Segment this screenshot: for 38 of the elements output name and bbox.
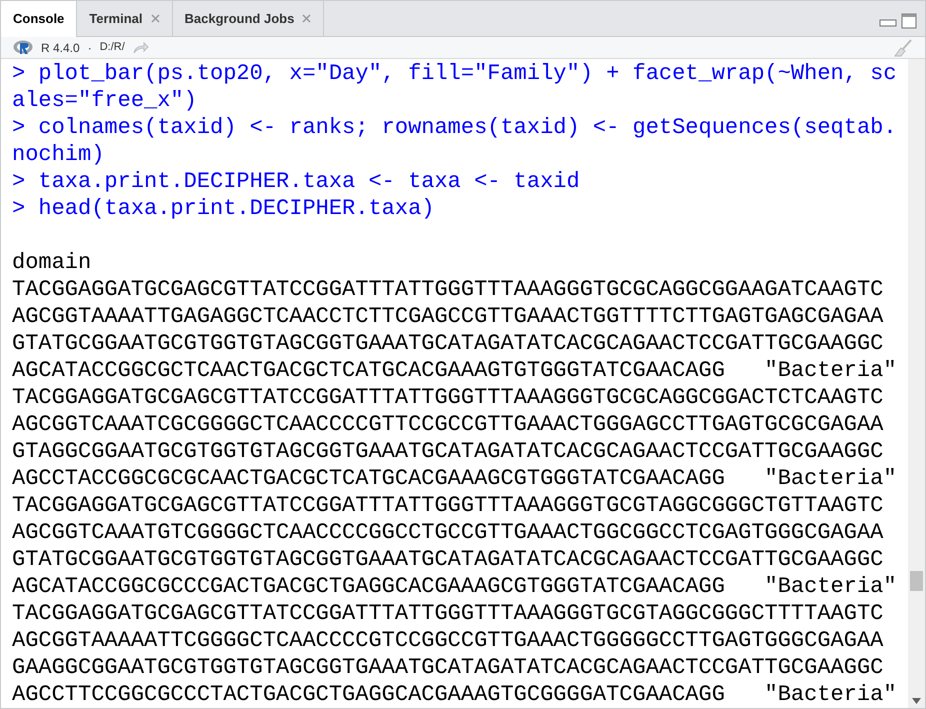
broom-icon[interactable] xyxy=(893,38,913,56)
command-line: > taxa.print.DECIPHER.taxa <- taxa <- taxid xyxy=(12,168,581,195)
sequence-text: TACGGAGGATGCGAGCGTTATCCGGATTTATTGGGTTTAAAGGGTGCGTAGGCGGGCTTTTAAGTC xyxy=(12,600,884,627)
sequence-text: GAAGGCGGAATGCGTGGTGTAGCGGTGAAATGCATAGATATCACGCAGAACTCCGATTGCGAAGGC xyxy=(12,654,884,681)
sequence-text: GTAGGCGGAATGCGTGGTGTAGCGGTGAAATGCATAGATATCACGCAGAACTCCGATTGCGAAGGC xyxy=(12,438,884,465)
taxon-text: "Bacteria" xyxy=(764,573,897,600)
sequence-text: AGCATACCGGCGCTCAACTGACGCTCATGCACGAAAGTGTGGGTATCGAACAGG xyxy=(12,357,725,384)
sequence-text: GTATGCGGAATGCGTGGTGTAGCGGTGAAATGCATAGATATCACGCAGAACTCCGATTGCGAAGGC xyxy=(12,330,884,357)
sequence-text: AGCCTTCCGGCGCCCTACTGACGCTGAGGCACGAAAGTGCGGGGATCGAACAGG xyxy=(12,681,725,708)
sequence-text: TACGGAGGATGCGAGCGTTATCCGGATTTATTGGGTTTAAAGGGTGCGCAGGCGGACTCTCAAGTC xyxy=(12,384,884,411)
maximize-icon[interactable] xyxy=(901,13,917,29)
close-icon[interactable] xyxy=(302,14,312,23)
arrow-icon[interactable] xyxy=(132,42,149,54)
command-line: > colnames(taxid) <- ranks; rownames(taxid) <- getSequences(seqtab.nochim) xyxy=(12,114,897,168)
tab[interactable]: Console xyxy=(1,1,78,37)
taxon-text: "Bacteria" xyxy=(764,357,897,384)
sequence-text: AGCGGTAAAATTGAGAGGCTCAACCTCTTCGAGCCGTTGAAACTGGTTTTCTTGAGTGAGCGAGAA xyxy=(12,303,884,330)
sequence-text: AGCGGTCAAATCGCGGGGCTCAACCCCGTTCCGCCGTTGAAACTGGGAGCCTTGAGTGCGCGAGAA xyxy=(12,411,884,438)
sequence-text: AGCGGTAAAAATTCGGGGCTCAACCCCGTCCGGCCGTTGAAACTGGGGGCCTTGAGTGGGCGAGAA xyxy=(12,627,884,654)
r-version: R 4.4.0 xyxy=(41,40,80,56)
working-directory: D:/R/ xyxy=(100,40,125,56)
sequence-text: AGCGGTCAAATGTCGGGGCTCAACCCCGGCCTGCCGTTGAAACTGGCGGCCTCGAGTGGGCGAGAA xyxy=(12,519,884,546)
taxon-text: "Bacteria" xyxy=(764,681,897,708)
sequence-text: TACGGAGGATGCGAGCGTTATCCGGATTTATTGGGTTTAAAGGGTGCGTAGGCGGGCTGTTAAGTC xyxy=(12,492,884,519)
scrollbar[interactable] xyxy=(908,59,925,708)
sequence-text: TACGGAGGATGCGAGCGTTATCCGGATTTATTGGGTTTAAAGGGTGCGCAGGCGGAAGATCAAGTC xyxy=(12,276,884,303)
taxon-text: "Bacteria" xyxy=(764,465,897,492)
scrollbar-thumb[interactable] xyxy=(910,571,923,591)
scroll-down-icon[interactable] xyxy=(912,698,921,704)
command-line: > head(taxa.print.DECIPHER.taxa) xyxy=(12,195,436,222)
output-text: domain xyxy=(12,249,92,276)
close-icon[interactable] xyxy=(150,14,160,23)
sequence-text: AGCATACCGGCGCCCGACTGACGCTGAGGCACGAAAGCGTGGGTATCGAACAGG xyxy=(12,573,725,600)
sequence-text: AGCCTACCGGCGCGCAACTGACGCTCATGCACGAAAGCGTGGGTATCGAACAGG xyxy=(12,465,725,492)
sequence-text: GTATGCGGAATGCGTGGTGTAGCGGTGAAATGCATAGATATCACGCAGAACTCCGATTGCGAAGGC xyxy=(12,546,884,573)
command-line: > plot_bar(ps.top20, x="Day", fill="Family") + facet_wrap(~When, scales="free_x") xyxy=(12,60,897,114)
separator-dot: · xyxy=(88,40,92,56)
r-logo-icon xyxy=(13,40,33,55)
